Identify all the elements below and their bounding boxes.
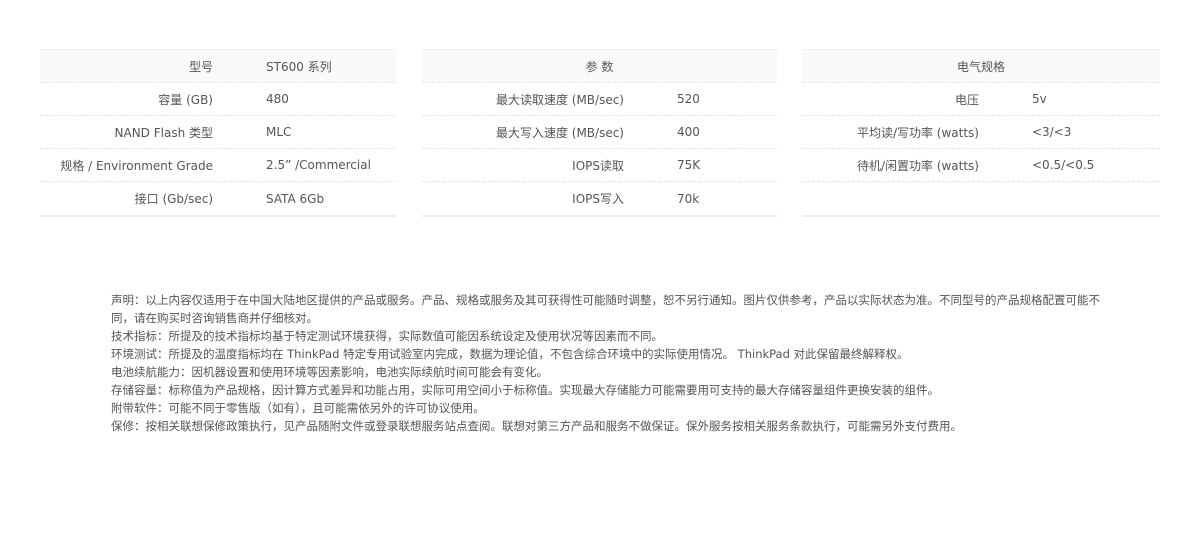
spec-value: MLC <box>266 125 292 139</box>
table-row: IOPS读取 75K <box>422 149 777 182</box>
table-title: 参 数 <box>585 59 614 74</box>
spec-label: 待机/闲置功率 (watts) <box>856 158 979 173</box>
table-header-row: 电气规格 <box>802 50 1160 83</box>
table-header-row: 参 数 <box>422 50 777 83</box>
disclaimer-notes: 声明：以上内容仅适用于在中国大陆地区提供的产品或服务。产品、规格或服务及其可获得… <box>111 291 1101 435</box>
table-row: NAND Flash 类型 MLC <box>40 116 396 149</box>
note-technical-specs: 技术指标：所提及的技术指标均基于特定测试环境获得，实际数值可能因系统设定及使用状… <box>111 329 663 343</box>
spec-value: 75K <box>677 158 701 172</box>
table-row: 电压 5v <box>802 83 1160 116</box>
table-row: 规格 / Environment Grade 2.5” /Commercial <box>40 149 396 182</box>
spec-value: 5v <box>1032 92 1047 106</box>
table-header-row: 型号 ST600 系列 <box>40 50 396 83</box>
spec-value: 70k <box>677 191 700 206</box>
note-battery-life: 电池续航能力：因机器设置和使用环境等因素影响，电池实际续航时间可能会有变化。 <box>111 365 548 379</box>
spec-label: 规格 / Environment Grade <box>60 158 213 173</box>
spec-label: IOPS读取 <box>572 158 624 173</box>
spec-value: 2.5” /Commercial <box>266 158 371 172</box>
spec-value: <3/<3 <box>1032 125 1072 139</box>
table-title: 电气规格 <box>956 59 1005 74</box>
note-statement: 声明：以上内容仅适用于在中国大陆地区提供的产品或服务。产品、规格或服务及其可获得… <box>111 293 1100 325</box>
model-label: 型号 <box>188 59 213 74</box>
note-environment-test: 环境测试：所提及的温度指标均在 ThinkPad 特定专用试验室内完成，数据为理… <box>111 347 909 361</box>
model-spec-table: 型号 ST600 系列 容量 (GB) 480 NAND Flash 类型 ML… <box>40 49 396 217</box>
spec-label: NAND Flash 类型 <box>114 125 213 140</box>
spec-label: 最大写入速度 (MB/sec) <box>495 125 624 140</box>
table-row-empty <box>802 182 1160 215</box>
table-row: 容量 (GB) 480 <box>40 83 396 116</box>
performance-spec-table: 参 数 最大读取速度 (MB/sec) 520 最大写入速度 (MB/sec) … <box>422 49 777 217</box>
spec-label: 最大读取速度 (MB/sec) <box>495 92 624 107</box>
spec-label: 电压 <box>954 92 979 107</box>
table-row: 待机/闲置功率 (watts) <0.5/<0.5 <box>802 149 1160 182</box>
spec-value: 520 <box>677 92 700 106</box>
spec-label: 接口 (Gb/sec) <box>134 192 213 206</box>
spec-value: 400 <box>677 125 700 139</box>
spec-label: IOPS写入 <box>572 192 624 206</box>
note-storage-capacity: 存储容量：标称值为产品规格，因计算方式差异和功能占用，实际可用空间小于标称值。实… <box>111 383 939 397</box>
table-row: 最大读取速度 (MB/sec) 520 <box>422 83 777 116</box>
table-row: 平均读/写功率 (watts) <3/<3 <box>802 116 1160 149</box>
spec-tables: 型号 ST600 系列 容量 (GB) 480 NAND Flash 类型 ML… <box>40 49 1160 217</box>
table-row: 最大写入速度 (MB/sec) 400 <box>422 116 777 149</box>
table-row: IOPS写入 70k <box>422 182 777 215</box>
electrical-spec-table: 电气规格 电压 5v 平均读/写功率 (watts) <3/<3 待机/闲置功率… <box>802 49 1160 217</box>
spec-label: 平均读/写功率 (watts) <box>856 125 979 140</box>
spec-label: 容量 (GB) <box>158 92 213 107</box>
spec-value: <0.5/<0.5 <box>1032 158 1095 172</box>
spec-value: SATA 6Gb <box>266 191 325 206</box>
note-bundled-software: 附带软件：可能不同于零售版（如有），且可能需依另外的许可协议使用。 <box>111 401 485 415</box>
note-warranty: 保修：按相关联想保修政策执行，见产品随附文件或登录联想服务站点查阅。联想对第三方… <box>111 419 962 433</box>
model-value: ST600 系列 <box>266 59 332 74</box>
table-row: 接口 (Gb/sec) SATA 6Gb <box>40 182 396 215</box>
spec-value: 480 <box>266 92 289 106</box>
